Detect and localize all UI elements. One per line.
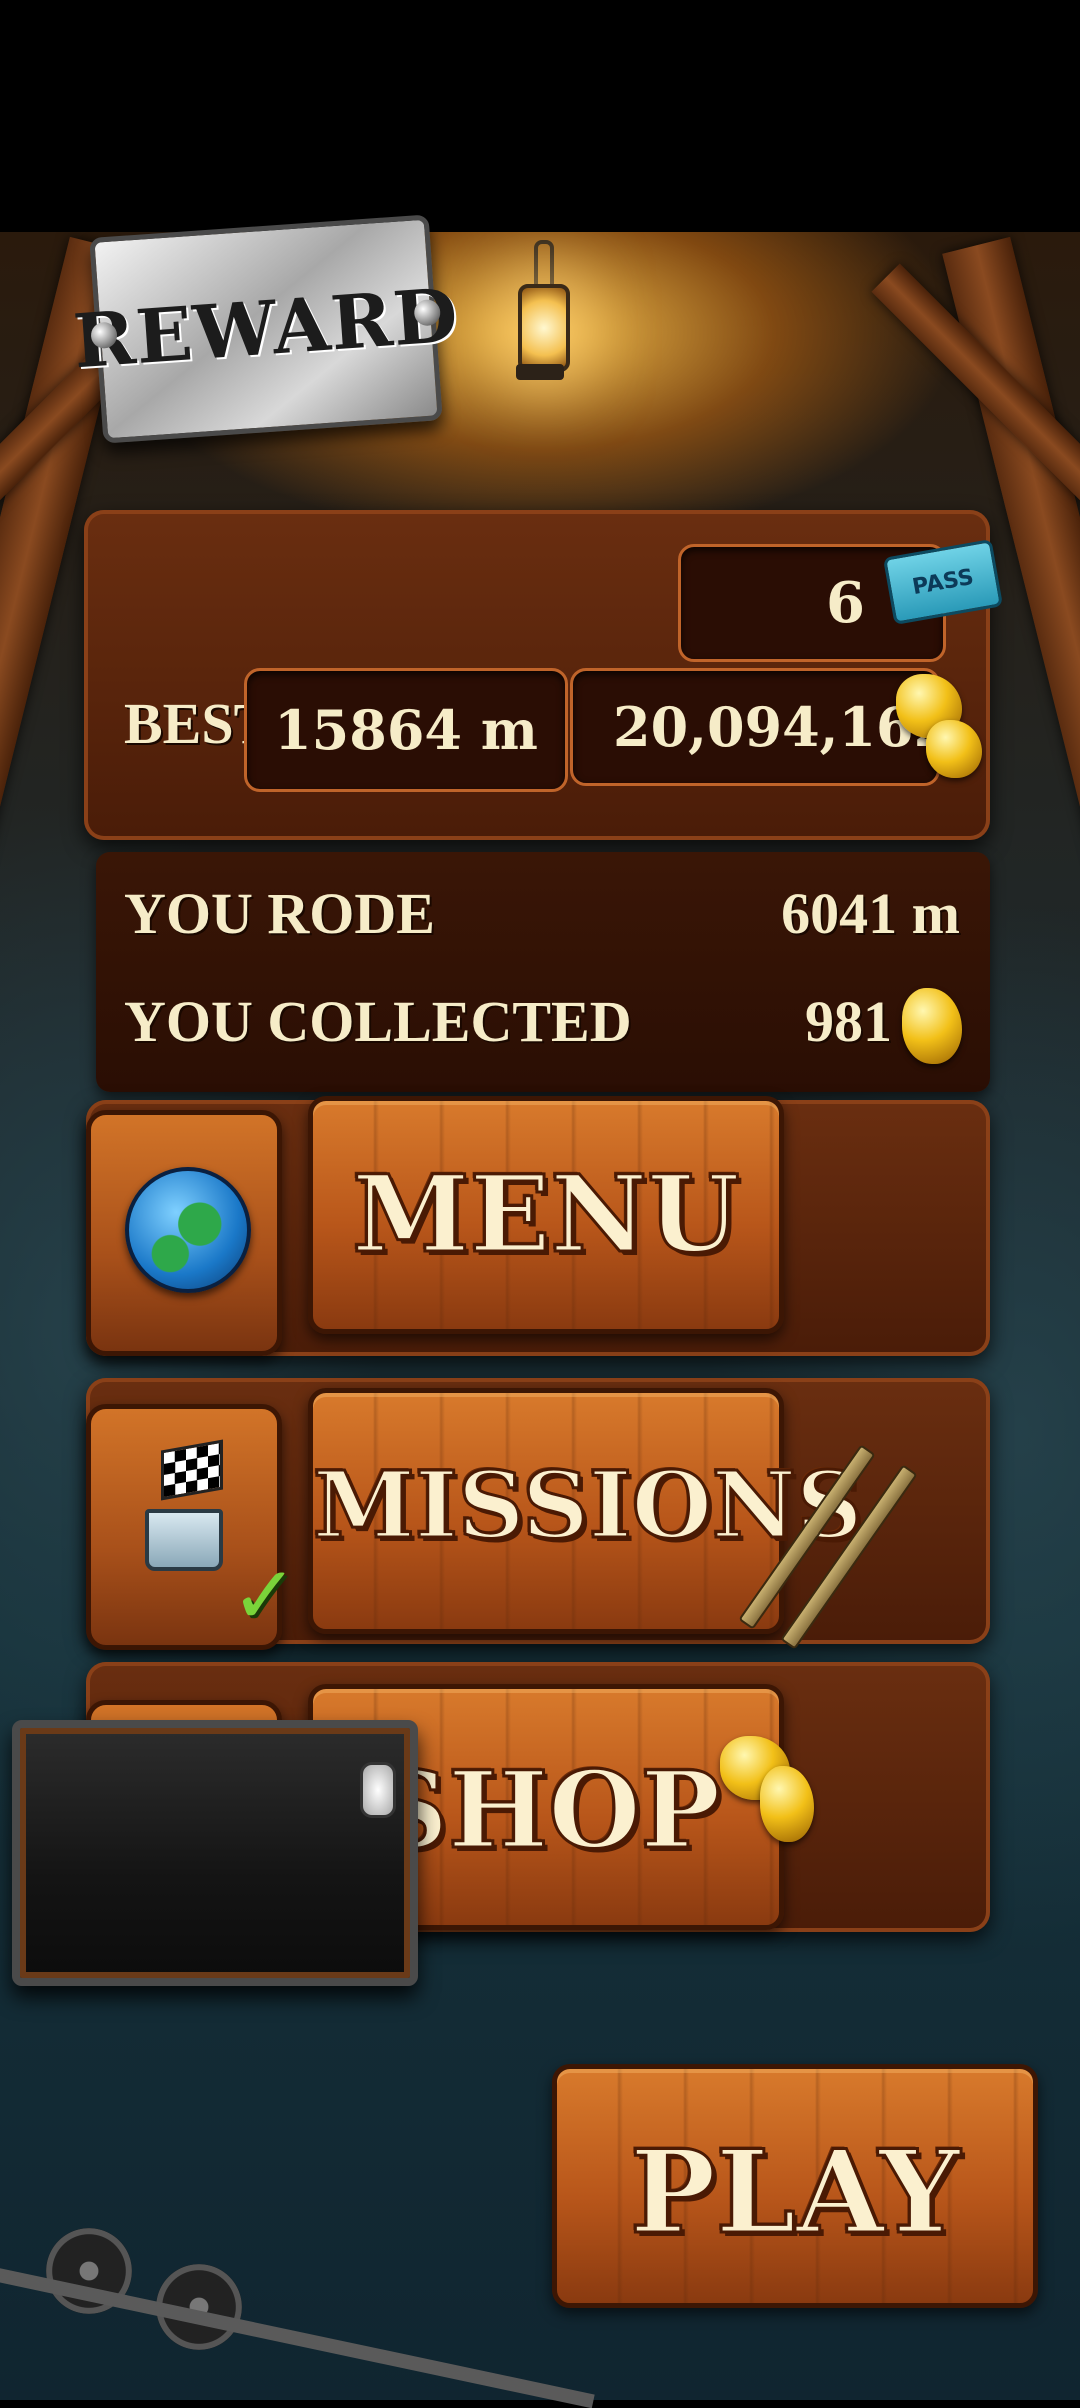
menu-label: MENU [351,1150,741,1278]
best-distance: 15864 m [274,698,538,762]
globe-icon [125,1167,251,1293]
mine-cart-flag-icon [145,1509,223,1571]
missions-icon-button[interactable]: ✓ [86,1404,298,1650]
lantern-icon [512,240,570,410]
checkered-flag-icon [161,1439,223,1501]
reward-title: REWARD [70,272,462,386]
checkmark-icon: ✓ [231,1549,299,1642]
play-button[interactable]: PLAY [552,2064,1038,2308]
play-label: PLAY [628,2124,961,2261]
mine-cart [12,1720,418,1986]
pass-ticket-label: PASS [910,564,976,600]
globe-button[interactable] [86,1110,282,1356]
you-collected-value: 981 [805,989,892,1054]
you-rode-label: YOU RODE [124,881,435,946]
you-rode-value: 6041 m [770,880,960,947]
reward-plate: REWARD [71,214,461,444]
you-rode-number: 6041 [781,881,898,946]
missions-button[interactable]: MISSIONS [308,1388,864,1634]
menu-button[interactable]: MENU [308,1096,784,1334]
best-gold-box: 20,094,162 [570,668,951,786]
status-bar-area [0,0,1080,232]
missions-label: MISSIONS [312,1450,864,1561]
cart-lamp-icon [360,1762,396,1818]
best-distance-box: 15864 m [244,668,568,792]
you-collected-label: YOU COLLECTED [124,989,632,1054]
pass-count: 6 [826,570,865,636]
you-rode-unit: m [911,881,960,946]
